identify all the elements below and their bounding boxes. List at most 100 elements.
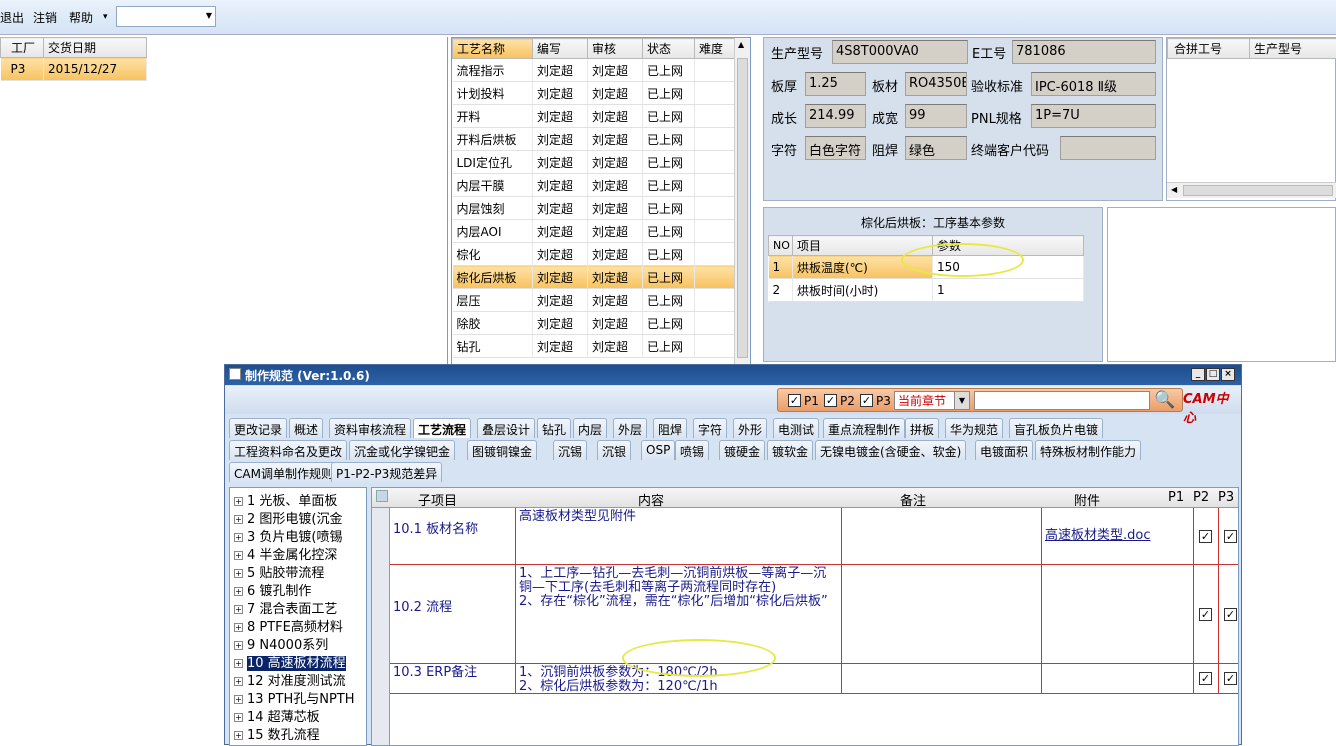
cell-attach[interactable] [1042,664,1194,694]
col-merge-model[interactable]: 生产型号 [1250,39,1336,59]
table-row[interactable]: 棕化后烘板刘定超刘定超已上网 [453,266,735,289]
expand-icon[interactable]: + [234,497,243,506]
col-delivery-date[interactable]: 交货日期 [44,38,147,58]
table-row[interactable]: 内层AOI刘定超刘定超已上网 [453,220,735,243]
col-no[interactable]: NO [769,236,793,256]
tab-r1-0[interactable]: 更改记录 [229,418,287,438]
tab-r1-5[interactable]: 钻孔 [537,418,571,438]
tree-node[interactable]: +9 N4000系列 [234,634,328,652]
tree-node[interactable]: +3 负片电镀(喷锡 [234,526,342,544]
table-row[interactable]: P32015/12/27 [1,58,147,81]
tree-node[interactable]: +10 高速板材流程 [234,652,346,670]
top-combo[interactable]: ▼ [116,6,216,27]
tab-r3-1[interactable]: P1-P2-P3规范差异 [331,462,442,482]
expand-icon[interactable]: + [234,677,243,686]
tab-r2-5[interactable]: OSP [641,440,675,460]
expand-icon[interactable]: + [234,623,243,632]
tab-r2-10[interactable]: 电镀面积 [975,440,1033,460]
col-p3[interactable]: P3 [1218,490,1234,505]
select-all-icon[interactable] [376,490,388,502]
p2-checkbox[interactable]: ✓ [1224,608,1237,621]
table-row[interactable]: 棕化刘定超刘定超已上网 [453,243,735,266]
search-icon[interactable]: 🔍 [1154,390,1175,410]
tab-r2-6[interactable]: 喷锡 [675,440,709,460]
tree-node[interactable]: +4 半金属化控深 [234,544,337,562]
field-thickness[interactable]: 1.25 [805,72,866,96]
col-author[interactable]: 编写 [533,39,588,59]
table-row[interactable]: 内层蚀刻刘定超刘定超已上网 [453,197,735,220]
tab-r1-13[interactable]: 拼板 [905,418,939,438]
expand-icon[interactable]: + [234,515,243,524]
table-row[interactable]: 层压刘定超刘定超已上网 [453,289,735,312]
scope-select[interactable]: 当前章节▼ [894,391,970,410]
col-content[interactable]: 内容 [638,490,664,509]
col-attach[interactable]: 附件 [1074,490,1100,509]
col-sub[interactable]: 子项目 [418,490,457,509]
tab-r1-6[interactable]: 内层 [573,418,607,438]
p2-checkbox[interactable]: ✓ [1224,530,1237,543]
tree-node[interactable]: +7 混合表面工艺 [234,598,337,616]
tree-node[interactable]: +13 PTH孔与NPTH [234,688,355,706]
vertical-scrollbar[interactable]: ▲ [734,38,750,366]
expand-icon[interactable]: + [234,551,243,560]
col-p2[interactable]: P2 [1193,490,1209,505]
tab-r1-4[interactable]: 叠层设计 [477,418,535,438]
field-customer[interactable] [1060,136,1156,160]
expand-icon[interactable]: + [234,605,243,614]
col-difficulty[interactable]: 难度 [695,39,735,59]
dialog-titlebar[interactable]: 制作规范 (Ver:1.0.6) _ □ × [225,365,1241,385]
tab-r1-15[interactable]: 盲孔板负片电镀 [1009,418,1103,438]
tab-r1-9[interactable]: 字符 [693,418,727,438]
field-standard[interactable]: IPC-6018 Ⅱ级 [1031,72,1156,96]
chevron-down-icon[interactable]: ▼ [954,392,969,409]
tab-r1-3[interactable]: 工艺流程 [413,418,471,438]
scroll-thumb[interactable] [737,58,748,358]
field-length[interactable]: 214.99 [805,104,866,128]
tab-r1-14[interactable]: 华为规范 [945,418,1003,438]
col-process-name[interactable]: 工艺名称 [453,39,533,59]
tree-node[interactable]: +12 对准度测试流 [234,670,346,688]
tab-r1-1[interactable]: 概述 [289,418,323,438]
tab-r1-8[interactable]: 阻焊 [653,418,687,438]
table-row[interactable]: 流程指示刘定超刘定超已上网 [453,59,735,82]
col-status[interactable]: 状态 [643,39,695,59]
expand-icon[interactable]: + [234,659,243,668]
expand-icon[interactable]: + [234,713,243,722]
col-note[interactable]: 备注 [900,490,926,509]
tab-r1-11[interactable]: 电测试 [773,418,819,438]
menu-exit[interactable]: 退出 [0,9,24,26]
expand-icon[interactable]: + [234,731,243,740]
tree-node[interactable]: +1 光板、单面板 [234,490,337,508]
table-row[interactable]: 2烘板时间(小时)1 [769,279,1084,302]
p1-checkbox[interactable]: ✓ [1199,608,1212,621]
tree-node[interactable]: +5 贴胶带流程 [234,562,324,580]
minimize-icon[interactable]: _ [1191,368,1205,381]
tab-r2-0[interactable]: 工程资料命名及更改 [229,440,347,460]
p1-checkbox[interactable]: ✓ [1199,530,1212,543]
field-legend[interactable]: 白色字符 [805,136,866,160]
tab-r3-0[interactable]: CAM调单制作规则 [229,462,338,482]
tree-node[interactable]: +8 PTFE高频材料 [234,616,343,634]
table-row[interactable]: 除胶刘定超刘定超已上网 [453,312,735,335]
tab-r1-12[interactable]: 重点流程制作 [823,418,905,438]
scroll-up-icon[interactable]: ▲ [738,40,744,49]
cell-attach[interactable]: 高速板材类型.doc [1042,508,1194,565]
maximize-icon[interactable]: □ [1206,368,1220,381]
tab-r2-11[interactable]: 特殊板材制作能力 [1035,440,1141,460]
p1-checkbox[interactable]: ✓ [1199,672,1212,685]
tab-r2-1[interactable]: 沉金或化学镍钯金 [349,440,455,460]
tab-r2-7[interactable]: 镀硬金 [719,440,765,460]
tab-r2-8[interactable]: 镀软金 [767,440,813,460]
p2-filter-checkbox[interactable]: ✓ [824,394,837,407]
p3-filter-checkbox[interactable]: ✓ [860,394,873,407]
table-row[interactable]: 开料刘定超刘定超已上网 [453,105,735,128]
expand-icon[interactable]: + [234,587,243,596]
close-icon[interactable]: × [1221,368,1235,381]
table-row[interactable]: 计划投料刘定超刘定超已上网 [453,82,735,105]
field-mask[interactable]: 绿色 [905,136,967,160]
expand-icon[interactable]: + [234,695,243,704]
scroll-thumb[interactable] [1183,185,1333,196]
p2-checkbox[interactable]: ✓ [1224,672,1237,685]
col-p1[interactable]: P1 [1168,490,1184,505]
col-reviewer[interactable]: 审核 [588,39,643,59]
